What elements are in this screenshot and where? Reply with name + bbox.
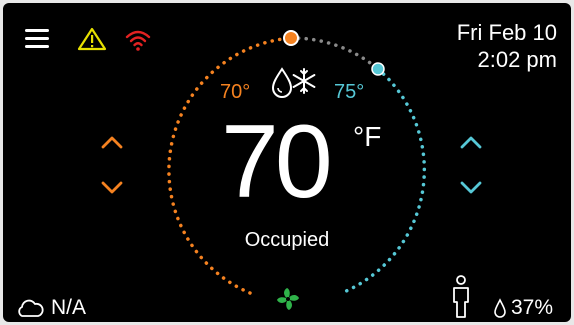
cloud-icon [18, 299, 44, 317]
heat-down-arrow-icon[interactable] [97, 177, 127, 199]
outdoor-temperature: N/A [51, 296, 87, 319]
heat-setpoint-handle[interactable] [283, 30, 299, 46]
heat-cool-mode-icon[interactable] [269, 63, 319, 103]
current-temperature: 70 [221, 104, 333, 220]
date-label: Fri Feb 10 [456, 20, 557, 45]
cool-setpoint-handle[interactable] [371, 62, 385, 76]
cool-up-arrow-icon[interactable] [456, 131, 486, 153]
occupancy-status: Occupied [244, 229, 330, 251]
menu-icon[interactable] [25, 29, 49, 49]
time-label: 2:02 pm [477, 47, 558, 72]
person-icon [453, 275, 469, 318]
heat-setpoint: 70° [220, 81, 251, 103]
temperature-unit: °F [353, 121, 382, 152]
humidity-drop-icon [494, 298, 506, 318]
cool-setpoint: 75° [334, 81, 365, 103]
cool-down-arrow-icon[interactable] [456, 177, 486, 199]
humidity-value: 37% [511, 296, 554, 319]
warning-icon[interactable] [77, 27, 107, 51]
date-time: Fri Feb 10 2:02 pm [457, 19, 557, 73]
wifi-icon[interactable] [123, 25, 153, 53]
fan-icon[interactable] [274, 285, 302, 313]
thermostat-screen: Fri Feb 10 2:02 pm 70° 75° 70 °F Occupie… [3, 3, 571, 322]
heat-up-arrow-icon[interactable] [97, 131, 127, 153]
